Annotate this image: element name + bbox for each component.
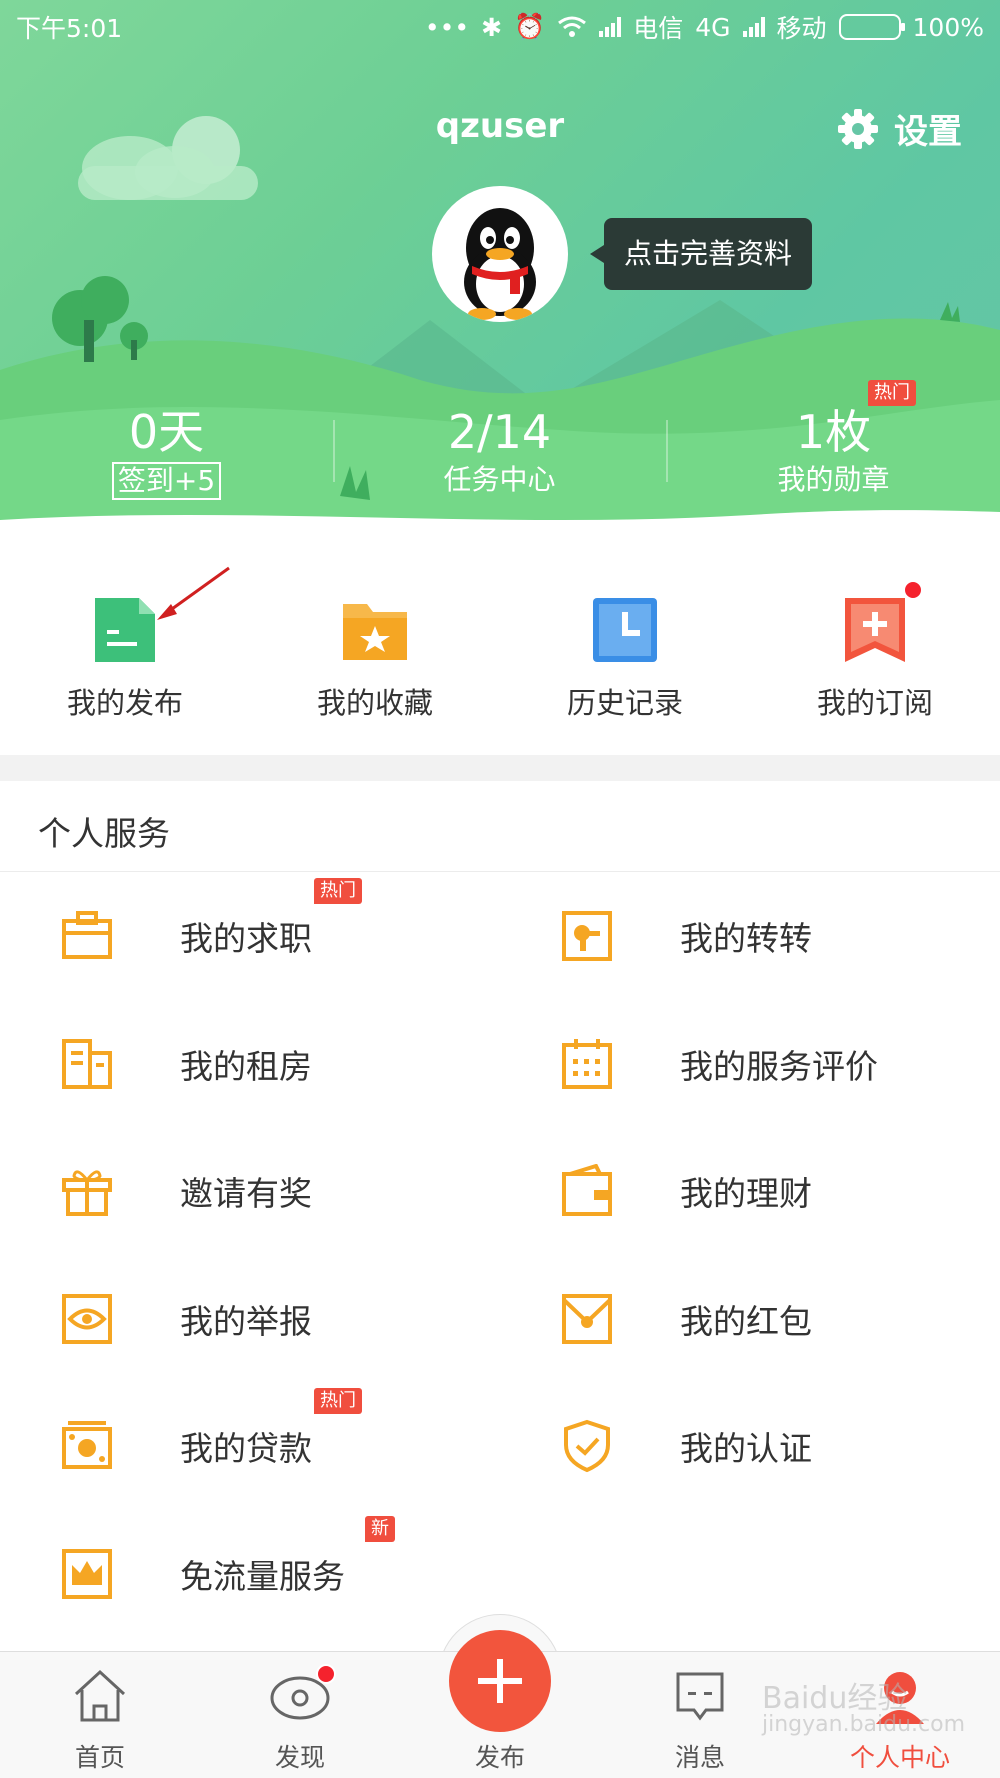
service-label: 我的理财 [680,1174,812,1213]
service-invite[interactable]: 邀请有奖 [0,1151,312,1231]
notification-dot [316,1664,336,1684]
stat-tasks[interactable]: 2/14 任务中心 [333,404,666,498]
status-time: 下午5:01 [16,14,123,43]
signal-icon-2 [742,17,765,37]
tab-discover[interactable]: 发现 [200,1664,400,1774]
checkin-button[interactable]: 签到+5 [111,462,222,500]
service-report[interactable]: 我的举报 [0,1279,312,1359]
alarm-icon: ⏰ [514,12,546,41]
service-trade[interactable]: 我的转转 [500,896,812,976]
shield-check-icon [564,1419,610,1473]
quick-label: 历史记录 [566,686,683,720]
service-label: 邀请有奖 [180,1174,312,1213]
notification-dot [903,580,923,600]
quick-label: 我的订阅 [816,686,933,720]
envelope-icon [562,1294,612,1344]
plus-icon [478,1659,522,1703]
settings-label: 设置 [894,112,962,152]
new-tag: 新 [365,1516,395,1542]
service-red-packet[interactable]: 我的红包 [500,1279,812,1359]
avatar[interactable] [432,186,568,322]
divider [0,871,1000,872]
service-free-data[interactable]: 免流量服务新 [0,1516,395,1614]
network-label: 4G [695,12,731,42]
watermark-line1: Baidu经验 [762,1681,908,1716]
bookmark-plus-icon [845,598,905,662]
crown-icon [62,1549,112,1599]
quick-my-posts[interactable]: 我的发布 [0,566,250,722]
quick-actions: 我的发布 我的收藏 历史记录 我的订阅 [0,560,1000,755]
service-label: 我的租房 [180,1047,312,1086]
quick-subscriptions[interactable]: 我的订阅 [750,580,1000,722]
profile-header: 下午5:01 ••• ✱ ⏰ 电信 4G 移动 100% qzuser 设置 点… [0,0,1000,560]
service-label: 我的转转 [680,919,812,958]
gear-icon [838,108,878,149]
penguin-avatar-icon [464,208,536,320]
quick-history[interactable]: 历史记录 [500,594,750,722]
tab-home[interactable]: 首页 [0,1666,200,1774]
message-icon [676,1672,724,1721]
eye-icon [62,1294,112,1344]
watermark-line2: jingyan.baidu.com [762,1712,966,1737]
watermark: Baidu经验 jingyan.baidu.com [762,1681,966,1738]
tab-label: 个人中心 [849,1743,950,1772]
stat-tasks-label: 任务中心 [443,463,556,496]
stat-medals[interactable]: 1枚 我的勋章 [667,404,1000,498]
red-arrow-annotation [157,566,230,620]
service-loan[interactable]: 我的贷款 热门 [0,1388,362,1486]
clock-icon [593,598,657,662]
gift-icon [62,1170,112,1216]
tab-label: 发现 [274,1743,325,1772]
stat-medals-value: 1枚 [795,405,872,459]
stat-tasks-value: 2/14 [447,405,552,459]
service-verification[interactable]: 我的认证 [500,1406,812,1486]
service-job[interactable]: 我的求职 热门 [0,878,362,976]
star-folder-icon [343,604,407,660]
hot-tag: 热门 [868,380,916,406]
stat-checkin-value: 0天 [128,405,205,459]
publish-button[interactable] [449,1630,551,1732]
wallet-icon [562,1163,612,1216]
quick-favorites[interactable]: 我的收藏 [250,594,500,722]
cash-icon [62,1421,112,1469]
service-finance[interactable]: 我的理财 [500,1151,812,1231]
carrier2-label: 移动 [776,14,827,43]
service-rent[interactable]: 我的租房 [0,1024,312,1104]
battery-icon [838,14,905,40]
building-icon [62,1039,112,1089]
stat-medals-label: 我的勋章 [777,463,890,496]
wifi-icon [558,16,587,37]
trade-icon [562,911,612,961]
service-label: 我的红包 [680,1302,812,1341]
quick-label: 我的收藏 [316,686,433,720]
service-label: 我的服务评价 [680,1047,878,1086]
service-label: 我的认证 [680,1429,812,1468]
bluetooth-icon: ✱ [481,12,503,42]
service-label: 我的求职 [180,919,312,958]
complete-profile-tooltip[interactable]: 点击完善资料 [589,218,813,290]
signal-icon [599,17,622,37]
hot-tag: 热门 [314,878,362,904]
document-icon [95,598,155,662]
service-label: 我的贷款 [180,1429,312,1468]
status-bar: 下午5:01 ••• ✱ ⏰ 电信 4G 移动 100% [0,0,1000,54]
personal-services: 个人服务 我的求职 热门 我的转转 我的租房 我的服务评价 邀请有奖 我的理财 我… [0,781,1000,1651]
hot-tag: 热门 [314,1388,362,1414]
service-label: 免流量服务 [180,1557,345,1596]
more-dots-icon: ••• [424,12,470,42]
tab-label: 消息 [674,1743,725,1772]
calendar-icon [562,1039,612,1089]
tab-label: 发布 [474,1743,525,1772]
stat-checkin[interactable]: 0天 签到+5 [0,404,333,500]
briefcase-icon [62,911,112,959]
service-review[interactable]: 我的服务评价 [500,1024,878,1104]
service-label: 我的举报 [180,1302,312,1341]
home-icon [74,1669,126,1722]
quick-label: 我的发布 [66,686,183,720]
tab-label: 首页 [74,1743,125,1772]
battery-label: 100% [912,12,984,42]
carrier1-label: 电信 [633,14,684,43]
section-title: 个人服务 [38,814,170,853]
settings-button[interactable]: 设置 [836,104,962,153]
